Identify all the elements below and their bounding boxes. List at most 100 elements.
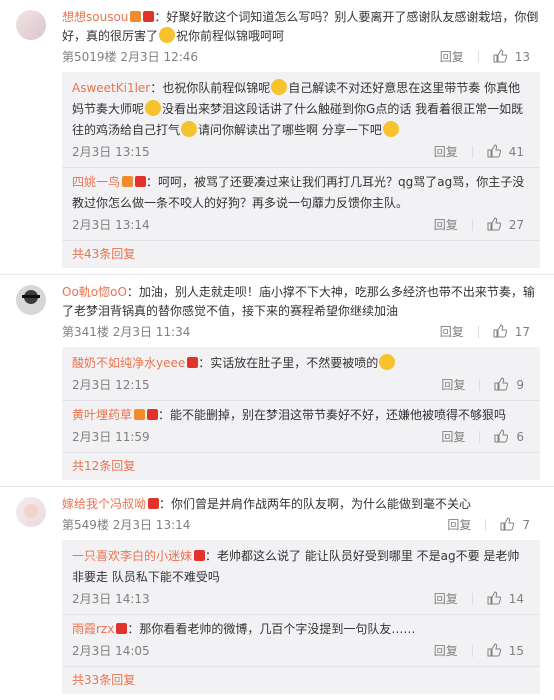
floor-time: 第5019楼 2月3日 12:46: [62, 50, 199, 64]
comment-meta: 第341楼 2月3日 11:34 回复 17: [62, 321, 540, 343]
reply-button[interactable]: 回复: [434, 214, 458, 236]
reply-time: 2月3日 13:14: [72, 218, 150, 232]
comment-body: 想想sousou ：好聚好散这个词知道怎么写吗？别人要离开了感谢队友感谢栽培，你倒…: [62, 8, 540, 46]
like-count: 6: [516, 430, 524, 444]
like-count: 15: [508, 644, 524, 658]
comment-thread: Oo軌o惚oO：加油，别人走就走呗！庙小撑不下大神，吃那么多经济也带不出来节奏，…: [0, 275, 554, 487]
like-icon[interactable]: [493, 49, 507, 63]
like-icon[interactable]: [487, 217, 501, 231]
username-link[interactable]: 一只喜欢李白的小迷妹: [72, 549, 192, 563]
smile-emoji-icon: [379, 354, 396, 370]
vip-badge-icon: [135, 176, 147, 187]
avatar[interactable]: [16, 10, 46, 40]
smile-emoji-icon: [181, 121, 198, 137]
reply-item: 黄叶埋药草 ：能不能删掉，别在梦泪这带节奏好不好，还嫌他被喷得不够狠吗 2月3日 …: [62, 400, 540, 452]
like-count: 41: [508, 145, 524, 159]
vip-badge-icon: [194, 550, 206, 561]
vip-badge-icon: [147, 409, 159, 420]
reply-button[interactable]: 回复: [447, 514, 471, 536]
smile-emoji-icon: [271, 79, 288, 95]
divider: [471, 146, 473, 158]
vip-badge-icon: [143, 11, 155, 22]
reply-list: AsweetKi1ler：也祝你队前程似锦呢 自己解读不对还好意思在这里带节奏 你…: [62, 72, 540, 268]
like-count: 17: [514, 325, 530, 339]
floor-time: 第549楼 2月3日 13:14: [62, 518, 191, 532]
smile-emoji-icon: [382, 121, 399, 137]
comment-body: Oo軌o惚oO：加油，别人走就走呗！庙小撑不下大神，吃那么多经济也带不出来节奏，…: [62, 283, 540, 321]
like-icon[interactable]: [487, 591, 501, 605]
vip-badge-icon: [148, 498, 160, 509]
comment-body: 嫁给我个冯叔呦 ：你们曾是并肩作战两年的队友啊，为什么能做到毫不关心: [62, 495, 540, 514]
like-icon[interactable]: [494, 429, 509, 443]
reply-meta: 2月3日 14:13 回复 14: [72, 588, 530, 610]
username-link[interactable]: 嫁给我个冯叔呦: [62, 497, 146, 511]
member-badge-icon: [134, 409, 146, 420]
divider: [471, 645, 473, 657]
comment-text: ：你们曾是并肩作战两年的队友啊，为什么能做到毫不关心: [159, 497, 472, 511]
more-replies-link[interactable]: 共33条回复: [62, 666, 540, 690]
vip-badge-icon: [116, 623, 128, 634]
reply-text: ：实话放在肚子里，不然要被喷的: [198, 356, 379, 370]
divider: [479, 379, 481, 391]
reply-item: AsweetKi1ler：也祝你队前程似锦呢 自己解读不对还好意思在这里带节奏 你…: [62, 78, 540, 167]
member-badge-icon: [130, 11, 142, 22]
comment-text: 祝你前程似锦哦呵呵: [176, 29, 285, 43]
reply-item: 四姚一鸟 ：呵呵，被骂了还要凑过来让我们再打几耳光？qg骂了ag骂，你主子没教过你…: [62, 167, 540, 240]
reply-text: ：那你看看老帅的微博，几百个字没提到一句队友……: [127, 622, 416, 636]
reply-button[interactable]: 回复: [441, 374, 465, 396]
like-icon[interactable]: [493, 324, 507, 338]
more-replies-link[interactable]: 共43条回复: [62, 240, 540, 264]
reply-item: 一只喜欢李白的小迷妹 ：老帅都这么说了 能让队员好受到哪里 不是ag不要 是老帅非…: [62, 546, 540, 614]
like-icon[interactable]: [487, 144, 501, 158]
username-link[interactable]: 黄叶埋药草: [72, 408, 132, 422]
divider: [477, 326, 479, 338]
like-count: 13: [514, 50, 530, 64]
reply-item: 雨霞rzx ：那你看看老帅的微博，几百个字没提到一句队友…… 2月3日 14:05…: [62, 614, 540, 666]
reply-text: 请问你解读出了哪些啊 分享一下吧: [198, 123, 382, 137]
divider: [471, 219, 473, 231]
username-link[interactable]: 雨霞rzx: [72, 622, 114, 636]
comment-meta: 第5019楼 2月3日 12:46 回复 13: [62, 46, 540, 68]
divider: [477, 51, 479, 63]
reply-button[interactable]: 回复: [440, 321, 464, 343]
username-link[interactable]: 酸奶不如纯净水yeee: [72, 356, 185, 370]
smile-emoji-icon: [145, 100, 162, 116]
like-count: 9: [516, 378, 524, 392]
like-icon[interactable]: [487, 643, 501, 657]
comment-text: ：加油，别人走就走呗！庙小撑不下大神，吃那么多经济也带不出来节奏，输了老梦泪背锅…: [62, 285, 535, 318]
reply-button[interactable]: 回复: [440, 46, 464, 68]
reply-button[interactable]: 回复: [434, 141, 458, 163]
floor-time: 第341楼 2月3日 11:34: [62, 325, 191, 339]
like-icon[interactable]: [500, 517, 515, 531]
reply-time: 2月3日 11:59: [72, 430, 150, 444]
reply-meta: 2月3日 13:15 回复 41: [72, 141, 530, 163]
avatar[interactable]: [16, 497, 46, 527]
reply-meta: 2月3日 13:14 回复 27: [72, 214, 530, 236]
username-link[interactable]: 想想sousou: [62, 10, 128, 24]
reply-button[interactable]: 回复: [441, 426, 465, 448]
like-count: 7: [522, 518, 530, 532]
like-count: 14: [508, 592, 524, 606]
username-link[interactable]: 四姚一鸟: [72, 175, 120, 189]
like-icon[interactable]: [494, 377, 509, 391]
username-link[interactable]: AsweetKi1ler: [72, 81, 150, 95]
reply-list: 一只喜欢李白的小迷妹 ：老帅都这么说了 能让队员好受到哪里 不是ag不要 是老帅非…: [62, 540, 540, 694]
reply-meta: 2月3日 12:15 回复 9: [72, 374, 530, 396]
reply-time: 2月3日 14:05: [72, 644, 150, 658]
reply-time: 2月3日 13:15: [72, 145, 150, 159]
grin-emoji-icon: [159, 27, 176, 43]
reply-text: ：能不能删掉，别在梦泪这带节奏好不好，还嫌他被喷得不够狠吗: [158, 408, 507, 422]
avatar[interactable]: [16, 285, 46, 315]
reply-time: 2月3日 12:15: [72, 378, 150, 392]
username-link[interactable]: Oo軌o惚oO: [62, 285, 127, 299]
member-badge-icon: [122, 176, 134, 187]
like-count: 27: [508, 218, 524, 232]
comment-thread: 想想sousou ：好聚好散这个词知道怎么写吗？别人要离开了感谢队友感谢栽培，你倒…: [0, 0, 554, 275]
comment-thread: 嫁给我个冯叔呦 ：你们曾是并肩作战两年的队友啊，为什么能做到毫不关心 第549楼 …: [0, 487, 554, 700]
more-replies-link[interactable]: 共12条回复: [62, 452, 540, 476]
divider: [479, 431, 481, 443]
reply-text: ：也祝你队前程似锦呢: [150, 81, 271, 95]
reply-button[interactable]: 回复: [434, 588, 458, 610]
divider: [471, 593, 473, 605]
reply-button[interactable]: 回复: [434, 640, 458, 662]
